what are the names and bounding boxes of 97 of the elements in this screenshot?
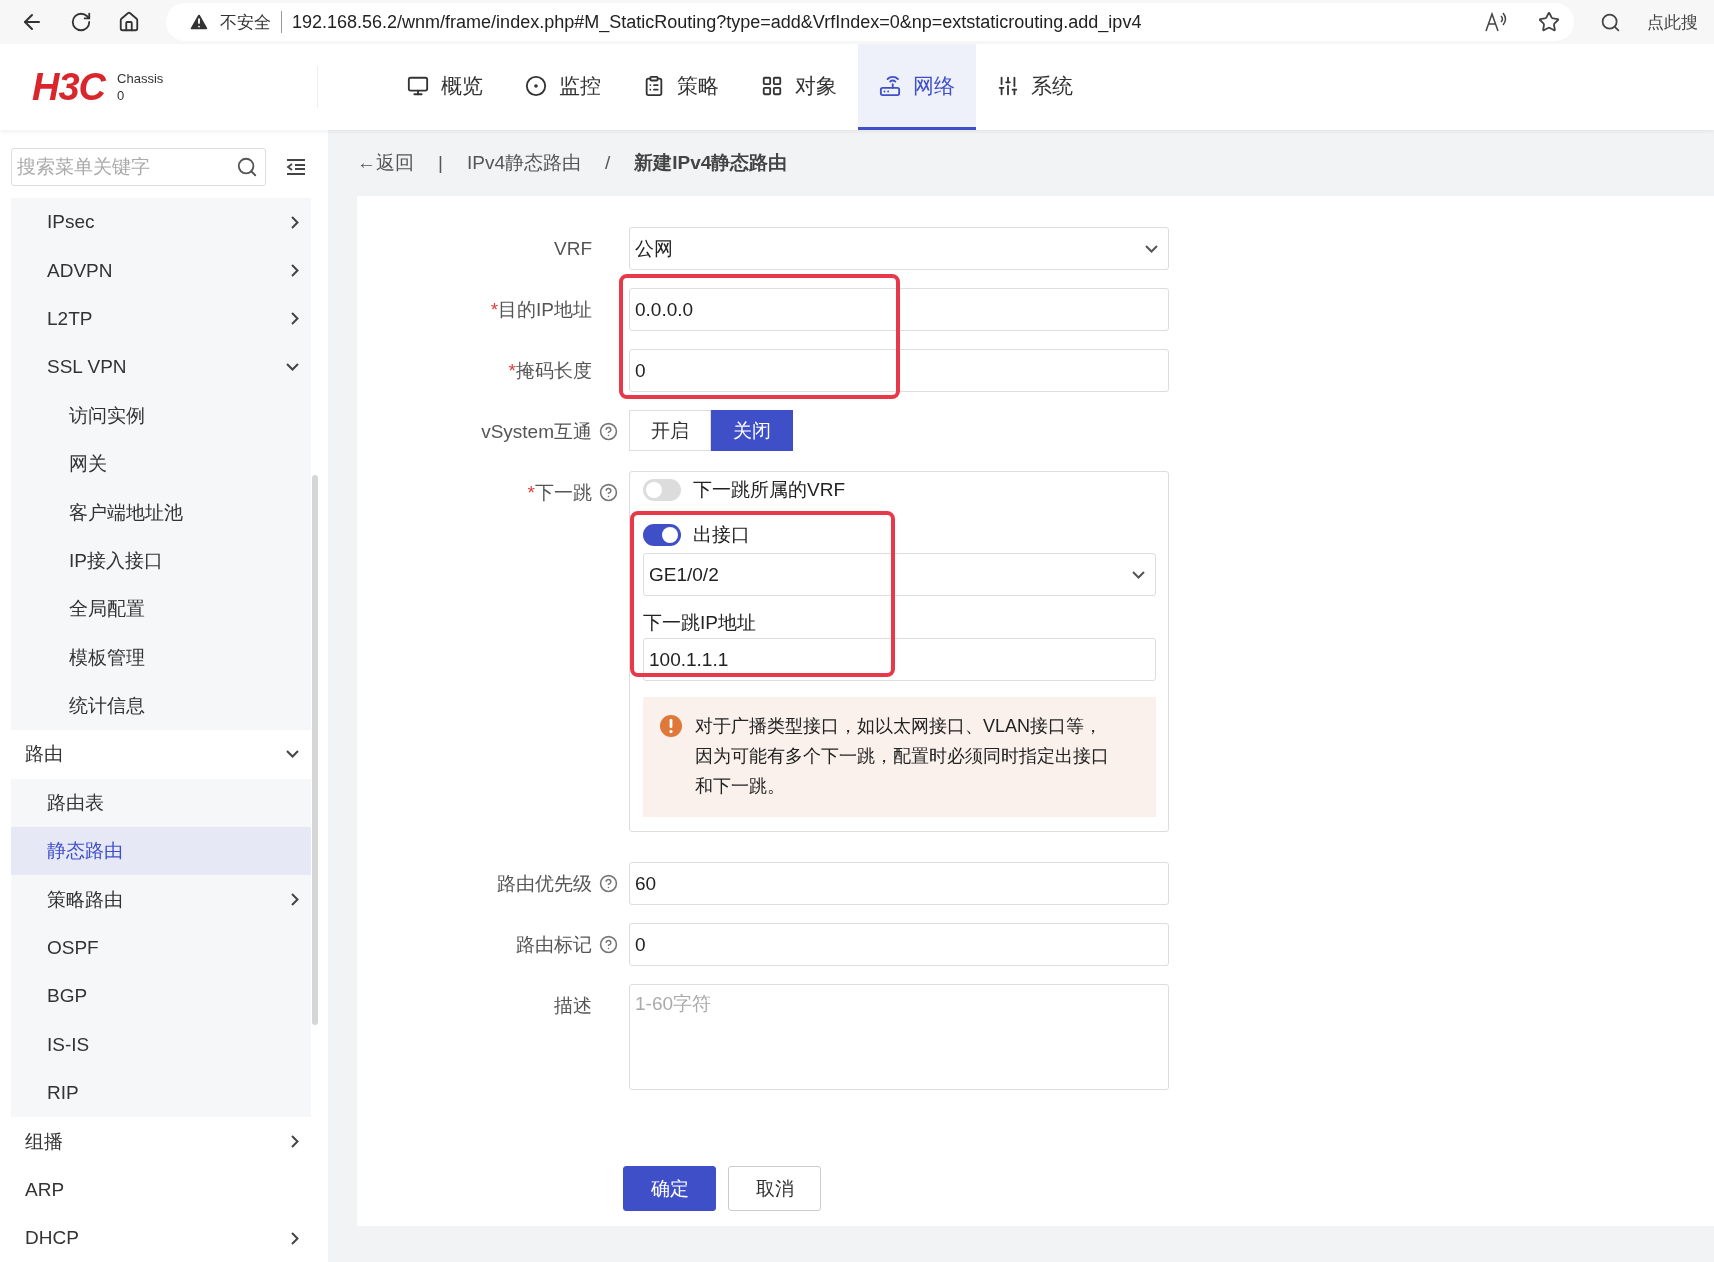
segment-button[interactable]: 开启 [629,410,711,451]
collapse-menu-icon[interactable] [286,158,306,176]
scrollbar[interactable] [312,475,318,1025]
cancel-button[interactable]: 取消 [728,1166,821,1211]
chevron-right-icon [291,1135,299,1149]
chevron-right-icon [291,264,299,278]
page-title: 新建IPv4静态路由 [634,151,788,175]
menu-item[interactable]: ARP [11,1165,311,1215]
field-label: *下一跳 [526,480,592,505]
url-text: 192.168.56.2/wnm/frame/index.php#M_StaticRouting?type=add&VrfIndex=0&np=extstaticrouting.add_ipv4 [292,11,1143,33]
breadcrumb-separator: | [438,152,443,174]
chevron-right-icon [291,1231,299,1245]
back-link[interactable]: ←返回 [357,150,414,176]
read-aloud-icon[interactable] [1484,11,1508,33]
router-icon [879,74,901,97]
toggle-label: 出接口 [693,523,750,547]
menu-item[interactable]: 全局配置 [11,585,311,634]
breadcrumb-separator: / [604,152,611,174]
device-name: Chassis [117,70,164,87]
star-icon[interactable] [1538,11,1560,33]
field-label: 路由标记 [515,932,592,957]
help-icon[interactable] [599,422,618,441]
menu-item[interactable]: DHCP [11,1214,311,1262]
search-icon [236,156,258,178]
menu-item[interactable]: 模板管理 [11,633,311,682]
nav-tab[interactable]: 网络 [858,44,976,130]
nav-tab[interactable]: 监控 [504,44,622,130]
search-icon[interactable] [1600,11,1621,33]
help-icon[interactable] [599,874,618,893]
field-label: VRF [553,236,592,261]
sliders-icon [997,74,1019,97]
confirm-button[interactable]: 确定 [623,1166,716,1211]
input-field[interactable]: 0 [629,923,1169,966]
menu-item[interactable]: RIP [11,1069,311,1118]
menu-item[interactable]: 访问实例 [11,391,311,440]
toggle-label: 下一跳所属的VRF [693,478,845,502]
security-label: 不安全 [220,11,271,34]
input-field[interactable]: 0.0.0.0 [629,288,1169,331]
description-field[interactable]: 1-60字符 [629,984,1169,1090]
select-field[interactable]: GE1/0/2 [643,553,1156,596]
nav-tab[interactable]: 对象 [740,44,858,130]
chevron-down-icon [286,750,299,759]
menu-item[interactable]: 静态路由 [11,827,311,876]
menu-item[interactable]: 路由 [11,730,311,779]
nav-tab[interactable]: 概览 [386,44,504,130]
menu-item[interactable]: 组播 [11,1117,311,1166]
chevron-down-icon [1145,244,1158,253]
reload-icon[interactable] [70,11,92,33]
input-field[interactable]: 60 [629,862,1169,905]
toggle-switch[interactable] [643,524,681,546]
menu-search-field[interactable]: 搜索菜单关键字 [11,148,266,186]
home-icon[interactable] [118,11,140,33]
menu-item[interactable]: 客户端地址池 [11,488,311,537]
nav-tab[interactable]: 系统 [976,44,1094,130]
logo: H3C [32,65,106,109]
target-icon [525,74,547,97]
device-slot: 0 [117,87,164,104]
menu-item[interactable]: 统计信息 [11,681,311,731]
menu-item[interactable]: 策略路由 [11,875,311,924]
select-field[interactable]: 公网 [629,227,1169,270]
chevron-right-icon [291,893,299,907]
menu-item[interactable]: BGP [11,972,311,1021]
menu-item[interactable]: OSPF [11,923,311,973]
field-label: 描述 [553,993,592,1018]
nav-tab[interactable]: 策略 [622,44,740,130]
input-field[interactable]: 100.1.1.1 [643,638,1156,681]
warning-icon [188,11,210,33]
grid-icon [761,74,783,97]
menu-item[interactable]: IS-IS [11,1020,311,1070]
search-hint: 点此搜 [1647,11,1698,34]
help-icon[interactable] [599,483,618,502]
notice-text: 对于广播类型接口，如以太网接口、VLAN接口等，因为可能有多个下一跳，配置时必须同时指定出接口和下一跳。 [695,715,1110,798]
field-label: *掩码长度 [507,358,592,383]
menu-item[interactable]: 路由表 [11,778,311,828]
chevron-down-icon [286,363,299,372]
chevron-right-icon [291,312,299,326]
field-label: vSystem互通 [480,419,592,444]
warning-icon [659,714,683,738]
field-label: 下一跳IP地址 [643,611,757,635]
menu-item[interactable]: 网关 [11,439,311,489]
menu-item[interactable]: ADVPN [11,246,311,295]
clipboard-icon [643,74,665,97]
monitor-icon [407,74,429,97]
field-label: *目的IP地址 [489,297,592,322]
field-label: 路由优先级 [496,871,592,896]
address-bar[interactable]: 不安全 192.168.56.2/wnm/frame/index.php#M_StaticRouting?type=add&VrfIndex=0&np=extstaticrouting.add_ipv4 [166,3,1574,41]
breadcrumb-link[interactable]: IPv4静态路由 [466,150,581,176]
menu-item[interactable]: IP接入接口 [11,536,311,586]
chevron-right-icon [291,215,299,229]
menu-item[interactable]: IPsec [11,198,311,247]
input-field[interactable]: 0 [629,349,1169,392]
menu-item[interactable]: L2TP [11,294,311,344]
chevron-down-icon [1132,570,1145,579]
segment-button[interactable]: 关闭 [711,410,793,451]
menu-item[interactable]: SSL VPN [11,343,311,392]
toggle-switch[interactable] [643,479,681,501]
help-icon[interactable] [599,935,618,954]
